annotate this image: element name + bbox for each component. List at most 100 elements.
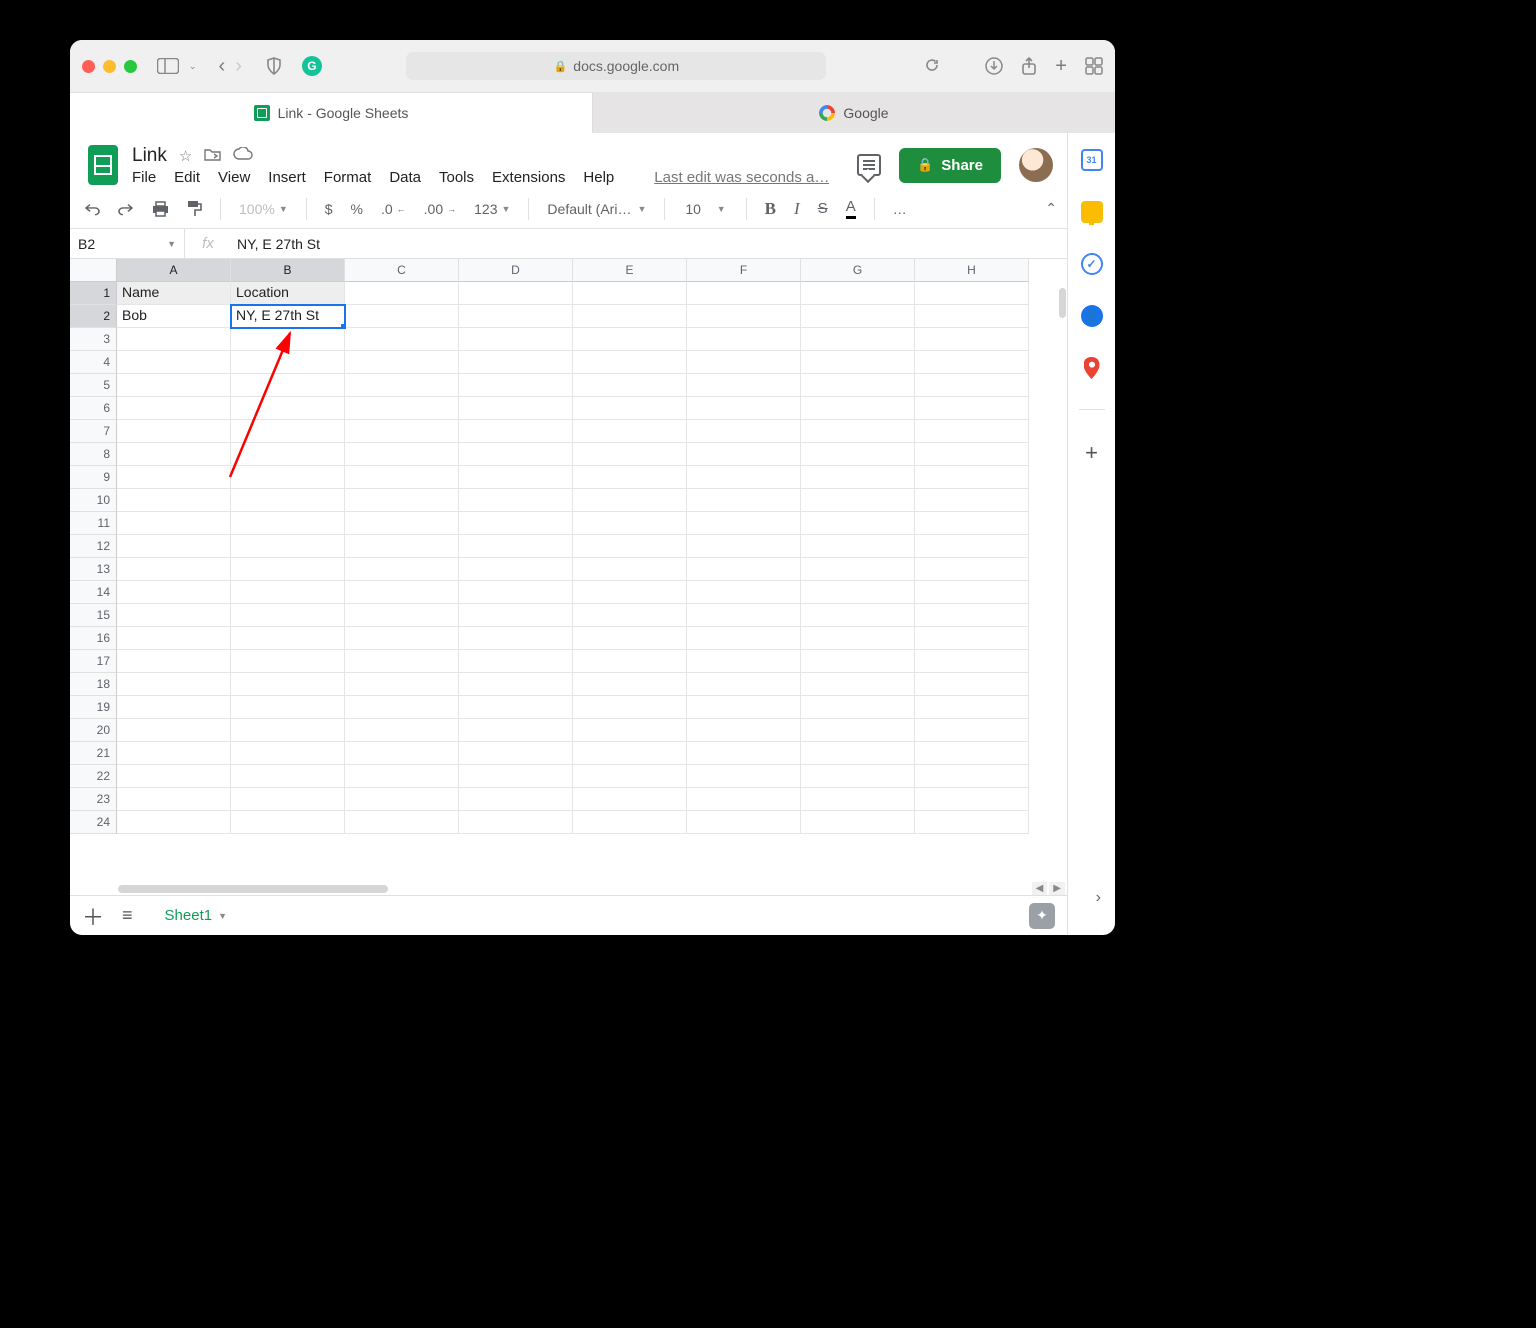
cell-B1[interactable]: Location [231, 282, 345, 305]
cell-E8[interactable] [573, 443, 687, 466]
cell-D21[interactable] [459, 742, 573, 765]
contacts-icon[interactable]: 👤 [1081, 305, 1103, 327]
cell-A14[interactable] [117, 581, 231, 604]
cell-A13[interactable] [117, 558, 231, 581]
cell-B9[interactable] [231, 466, 345, 489]
cell-C16[interactable] [345, 627, 459, 650]
cell-A23[interactable] [117, 788, 231, 811]
reload-icon[interactable] [925, 58, 939, 75]
cell-E1[interactable] [573, 282, 687, 305]
shield-icon[interactable] [266, 57, 282, 75]
cell-D8[interactable] [459, 443, 573, 466]
cell-B6[interactable] [231, 397, 345, 420]
cell-A12[interactable] [117, 535, 231, 558]
cell-E3[interactable] [573, 328, 687, 351]
cell-B12[interactable] [231, 535, 345, 558]
cell-H18[interactable] [915, 673, 1029, 696]
cell-C3[interactable] [345, 328, 459, 351]
cell-D12[interactable] [459, 535, 573, 558]
cell-G1[interactable] [801, 282, 915, 305]
row-header-3[interactable]: 3 [70, 328, 117, 351]
cell-H23[interactable] [915, 788, 1029, 811]
cell-G21[interactable] [801, 742, 915, 765]
row-header-24[interactable]: 24 [70, 811, 117, 834]
cell-D6[interactable] [459, 397, 573, 420]
italic-button[interactable]: I [790, 196, 804, 222]
cell-E12[interactable] [573, 535, 687, 558]
cell-F22[interactable] [687, 765, 801, 788]
all-sheets-button[interactable]: ≡ [122, 905, 133, 926]
cell-H15[interactable] [915, 604, 1029, 627]
sheet-nav-arrows[interactable]: ◀▶ [1032, 882, 1065, 895]
cell-C14[interactable] [345, 581, 459, 604]
cell-D7[interactable] [459, 420, 573, 443]
cell-E24[interactable] [573, 811, 687, 834]
cell-F4[interactable] [687, 351, 801, 374]
cell-A11[interactable] [117, 512, 231, 535]
cell-H7[interactable] [915, 420, 1029, 443]
cell-F3[interactable] [687, 328, 801, 351]
cell-F11[interactable] [687, 512, 801, 535]
cloud-status-icon[interactable] [233, 147, 253, 164]
cell-B5[interactable] [231, 374, 345, 397]
cell-G3[interactable] [801, 328, 915, 351]
menu-tools[interactable]: Tools [439, 169, 474, 186]
cell-D18[interactable] [459, 673, 573, 696]
cell-C19[interactable] [345, 696, 459, 719]
nav-back-icon[interactable]: ‹ [219, 55, 226, 78]
cell-D22[interactable] [459, 765, 573, 788]
format-currency-button[interactable]: $ [321, 198, 337, 220]
share-button[interactable]: 🔒 Share [899, 148, 1001, 183]
cell-A10[interactable] [117, 489, 231, 512]
cell-E13[interactable] [573, 558, 687, 581]
cell-H5[interactable] [915, 374, 1029, 397]
cell-D11[interactable] [459, 512, 573, 535]
cell-C13[interactable] [345, 558, 459, 581]
cell-C9[interactable] [345, 466, 459, 489]
row-header-6[interactable]: 6 [70, 397, 117, 420]
row-header-20[interactable]: 20 [70, 719, 117, 742]
cell-F17[interactable] [687, 650, 801, 673]
horizontal-scrollbar[interactable] [118, 884, 1067, 895]
move-icon[interactable] [204, 147, 221, 165]
column-header-H[interactable]: H [915, 259, 1029, 282]
cell-B2[interactable]: NY, E 27th St [231, 305, 345, 328]
cell-F24[interactable] [687, 811, 801, 834]
cell-C20[interactable] [345, 719, 459, 742]
column-header-F[interactable]: F [687, 259, 801, 282]
cell-H12[interactable] [915, 535, 1029, 558]
cell-F21[interactable] [687, 742, 801, 765]
column-header-C[interactable]: C [345, 259, 459, 282]
cell-B17[interactable] [231, 650, 345, 673]
star-icon[interactable]: ☆ [179, 147, 192, 165]
cell-A20[interactable] [117, 719, 231, 742]
menu-data[interactable]: Data [389, 169, 421, 186]
cell-F7[interactable] [687, 420, 801, 443]
cell-F12[interactable] [687, 535, 801, 558]
cell-G12[interactable] [801, 535, 915, 558]
last-edit-link[interactable]: Last edit was seconds a… [654, 169, 829, 186]
cell-H16[interactable] [915, 627, 1029, 650]
cell-A5[interactable] [117, 374, 231, 397]
cell-G11[interactable] [801, 512, 915, 535]
cell-H2[interactable] [915, 305, 1029, 328]
cell-G8[interactable] [801, 443, 915, 466]
cell-A4[interactable] [117, 351, 231, 374]
cell-A16[interactable] [117, 627, 231, 650]
formula-input[interactable]: NY, E 27th St [231, 236, 1067, 252]
collapse-toolbar-icon[interactable]: ⌃ [1045, 200, 1057, 217]
calendar-icon[interactable] [1081, 149, 1103, 171]
menu-insert[interactable]: Insert [268, 169, 306, 186]
row-header-16[interactable]: 16 [70, 627, 117, 650]
cell-D24[interactable] [459, 811, 573, 834]
cell-C24[interactable] [345, 811, 459, 834]
select-all-corner[interactable] [70, 259, 117, 282]
cell-E18[interactable] [573, 673, 687, 696]
cell-D14[interactable] [459, 581, 573, 604]
cell-H17[interactable] [915, 650, 1029, 673]
cell-B20[interactable] [231, 719, 345, 742]
maximize-window-icon[interactable] [124, 60, 137, 73]
cell-G23[interactable] [801, 788, 915, 811]
cell-F2[interactable] [687, 305, 801, 328]
zoom-select[interactable]: 100% ▼ [235, 198, 292, 220]
